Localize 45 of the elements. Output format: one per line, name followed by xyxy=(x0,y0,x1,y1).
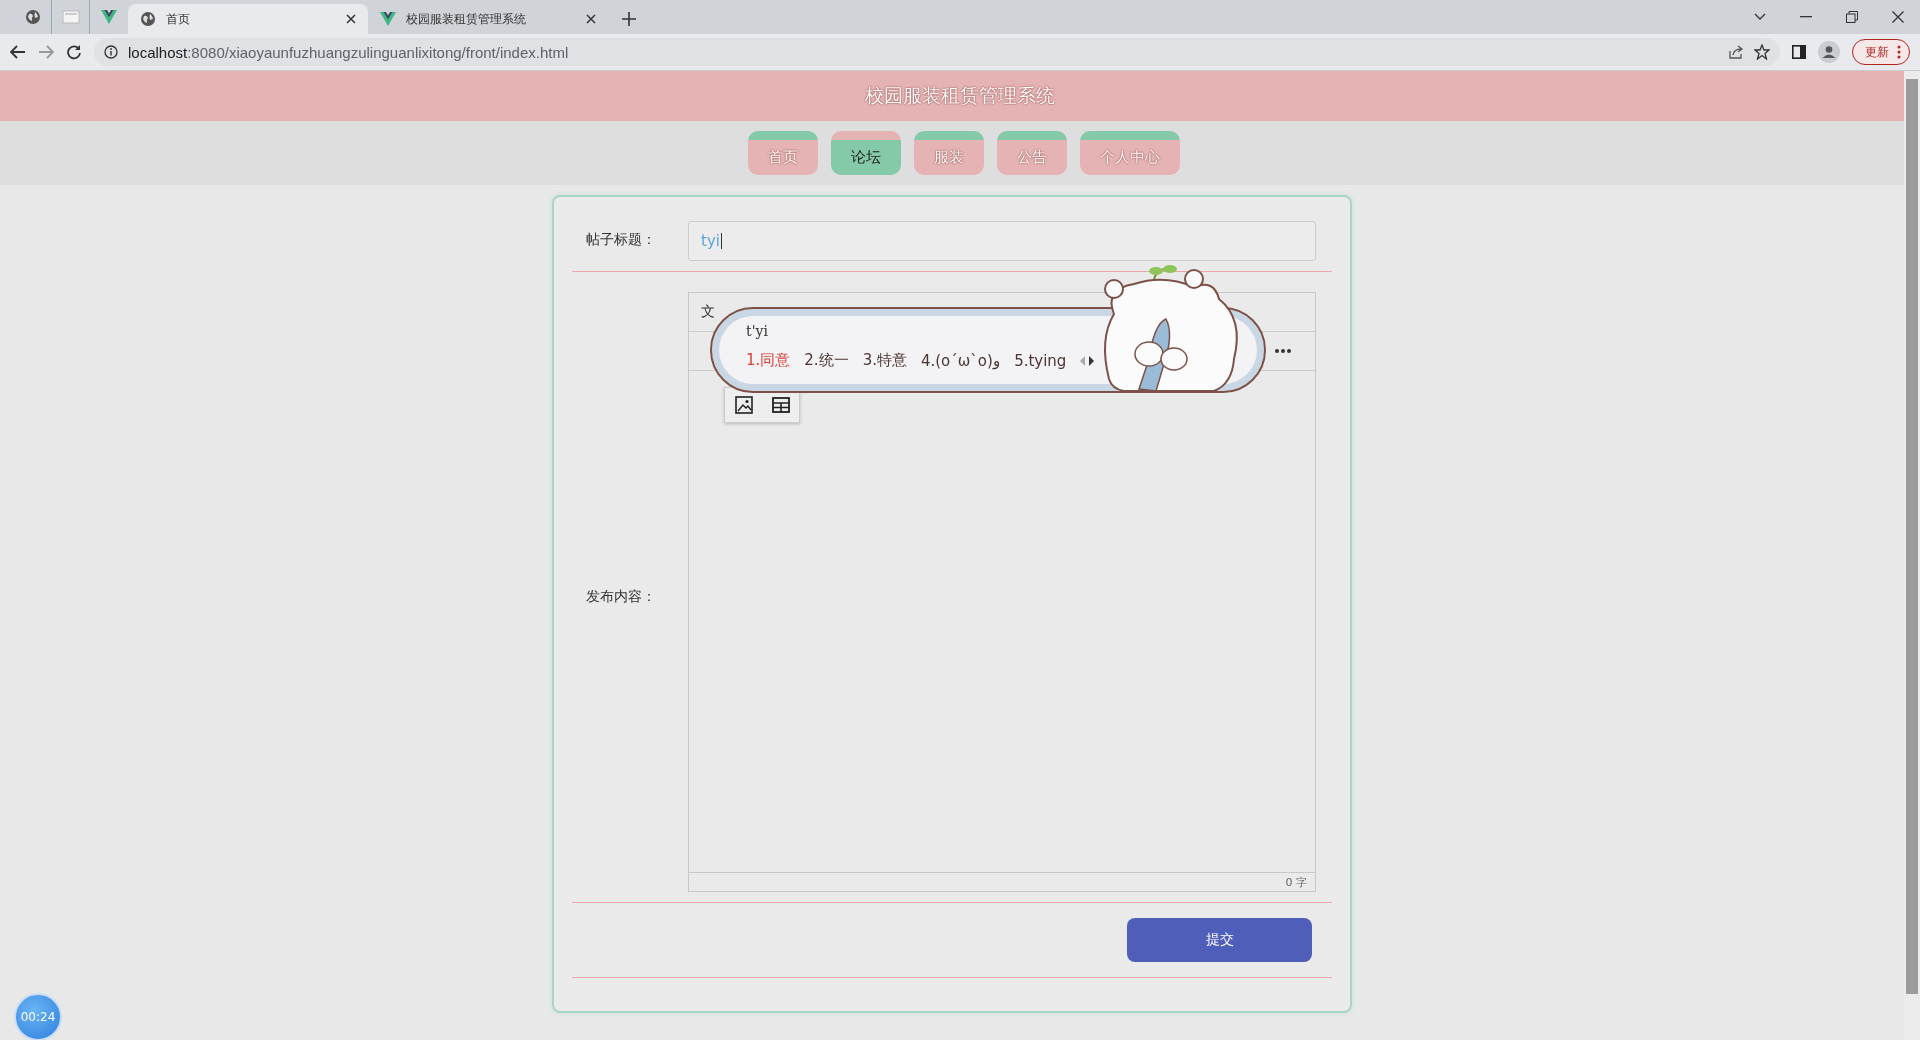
field-label: 帖子标题： xyxy=(585,230,657,249)
ime-candidate[interactable]: 1.同意 xyxy=(746,351,791,370)
tab-title: 首页 xyxy=(166,10,191,28)
minimize-icon[interactable] xyxy=(1800,16,1812,18)
new-tab-icon[interactable] xyxy=(622,12,636,26)
share-icon[interactable] xyxy=(1728,44,1744,60)
side-panel-icon[interactable] xyxy=(1792,45,1806,59)
vue-logo-icon[interactable] xyxy=(101,10,117,24)
ime-candidate[interactable]: 3.特意 xyxy=(862,351,907,370)
close-icon[interactable] xyxy=(1892,11,1904,23)
more-vertical-icon xyxy=(1897,45,1901,59)
address-bar[interactable]: localhost:8080/xiaoyaunfuzhuangzulinguanlixitong/front/index.html xyxy=(94,38,1780,66)
reload-icon[interactable] xyxy=(66,44,82,60)
page-arrows-icon[interactable] xyxy=(1080,355,1095,366)
scrollbar[interactable] xyxy=(1904,71,1920,1040)
back-icon[interactable] xyxy=(10,45,26,59)
vue-logo-icon[interactable] xyxy=(380,12,396,26)
browser-tab[interactable]: 首页 xyxy=(128,4,368,34)
globe-icon[interactable] xyxy=(140,11,156,27)
ime-candidate[interactable]: 2.统一 xyxy=(804,351,849,370)
close-icon[interactable] xyxy=(586,14,596,24)
chevron-down-icon[interactable] xyxy=(1754,13,1766,21)
recording-timer: 00:24 xyxy=(14,993,62,1040)
table-icon[interactable] xyxy=(771,397,790,413)
star-icon[interactable] xyxy=(1754,44,1770,60)
ime-candidate[interactable]: 4.(o´ω`o)و xyxy=(920,351,1001,370)
site-title: 校园服装租赁管理系统 xyxy=(865,83,1055,108)
submit-button[interactable]: 提交 xyxy=(1127,918,1312,962)
toolbar-menu[interactable]: 文 xyxy=(701,303,715,321)
globe-icon[interactable] xyxy=(24,9,41,25)
restore-icon[interactable] xyxy=(1846,11,1858,23)
nav-button[interactable]: 论坛 xyxy=(831,131,901,175)
tab-title: 校园服装租赁管理系统 xyxy=(406,10,527,28)
update-button[interactable]: 更新 xyxy=(1852,39,1910,65)
field-label: 发布内容： xyxy=(585,587,657,606)
info-icon xyxy=(104,45,118,59)
close-icon[interactable] xyxy=(346,14,356,24)
ime-candidate[interactable]: 5.tying xyxy=(1014,351,1067,370)
url-text: localhost:8080/xiaoyaunfuzhuangzulinguanlixitong/front/index.html xyxy=(128,43,569,61)
browser-tab[interactable]: 校园服装租赁管理系统 xyxy=(368,4,608,34)
profile-icon[interactable] xyxy=(1818,41,1840,63)
image-icon[interactable] xyxy=(734,396,753,414)
ime-composition: t'yi xyxy=(746,323,769,341)
word-counter: 0 字 xyxy=(1285,874,1307,890)
more-icon[interactable] xyxy=(1275,349,1291,353)
